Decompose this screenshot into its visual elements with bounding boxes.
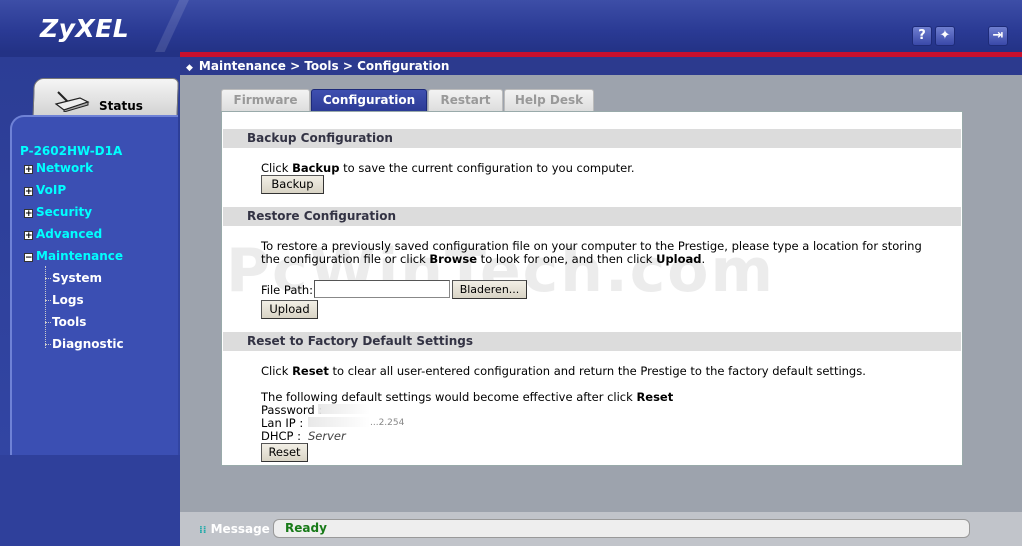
tree-branch [45, 322, 51, 323]
browse-button[interactable]: Bladeren... [452, 280, 527, 299]
reset-defaults-intro: The following default settings would bec… [261, 390, 674, 404]
backup-description: Click Backup to save the current configu… [261, 161, 635, 175]
status-label[interactable]: Status [99, 99, 143, 113]
nav-subitem-system[interactable]: System [52, 270, 102, 286]
tab-help-desk[interactable]: Help Desk [504, 89, 594, 112]
wizard-icon[interactable]: ✦ [935, 26, 955, 46]
device-model: P-2602HW-D1A [20, 144, 123, 158]
restore-description-line2: the configuration file or click Browse t… [261, 252, 706, 266]
nav-item-maintenance[interactable]: − Maintenance [24, 248, 123, 264]
zyxel-logo: ZyXEL [40, 14, 130, 43]
nav-item-label: Security [36, 205, 93, 219]
expand-icon[interactable]: + [24, 165, 33, 175]
tab-restart[interactable]: Restart [428, 89, 503, 112]
default-dhcp-value: Server [308, 429, 346, 443]
logout-icon[interactable]: ⇥ [988, 26, 1008, 46]
nav-item-advanced[interactable]: + Advanced [24, 226, 102, 242]
tab-configuration[interactable]: Configuration [311, 89, 427, 112]
nav-subitem-tools[interactable]: Tools [52, 314, 86, 330]
nav-item-label: Advanced [36, 227, 103, 241]
header-decoration [150, 0, 190, 52]
router-icon [54, 91, 90, 112]
nav-subitem-diagnostic[interactable]: Diagnostic [52, 336, 124, 352]
upload-button[interactable]: Upload [261, 300, 318, 319]
nav-item-network[interactable]: + Network [24, 160, 93, 176]
nav-item-voip[interactable]: + VoIP [24, 182, 66, 198]
message-box [273, 519, 970, 538]
file-path-input[interactable] [314, 280, 450, 298]
backup-button[interactable]: Backup [261, 175, 324, 194]
nav-item-label: Network [36, 161, 94, 175]
nav-subitem-logs[interactable]: Logs [52, 292, 84, 308]
redacted-area [318, 404, 370, 414]
message-label: ⁞⁞ Message [199, 522, 270, 536]
expand-icon[interactable]: + [24, 187, 33, 197]
expand-icon[interactable]: + [24, 231, 33, 241]
nav-item-security[interactable]: + Security [24, 204, 92, 220]
expand-icon[interactable]: + [24, 209, 33, 219]
file-path-label: File Path: [261, 283, 314, 297]
default-lan-ip-value: ...2.254 [370, 418, 405, 428]
reset-button[interactable]: Reset [261, 443, 308, 462]
backup-section-title: Backup Configuration [223, 129, 961, 148]
message-dots-icon: ⁞⁞ [199, 525, 207, 536]
tree-branch [45, 300, 51, 301]
tree-branch [45, 278, 51, 279]
sidebar-bottom [0, 455, 180, 546]
top-header [0, 0, 1022, 52]
breadcrumb-text: Maintenance > Tools > Configuration [198, 59, 450, 73]
message-status: Ready [285, 521, 327, 535]
collapse-icon[interactable]: − [24, 253, 33, 263]
reset-section-title: Reset to Factory Default Settings [223, 332, 961, 351]
help-icon[interactable]: ? [912, 26, 932, 46]
tree-branch [45, 344, 51, 345]
tab-firmware[interactable]: Firmware [221, 89, 310, 112]
restore-section-title: Restore Configuration [223, 207, 961, 226]
default-dhcp-label: DHCP : [261, 429, 301, 443]
reset-description: Click Reset to clear all user-entered co… [261, 364, 866, 378]
nav-item-label: Maintenance [36, 249, 124, 263]
breadcrumb: ◆ Maintenance > Tools > Configuration [180, 57, 1022, 75]
redacted-area [308, 417, 370, 427]
breadcrumb-arrow-icon: ◆ [186, 63, 193, 73]
nav-item-label: VoIP [36, 183, 67, 197]
